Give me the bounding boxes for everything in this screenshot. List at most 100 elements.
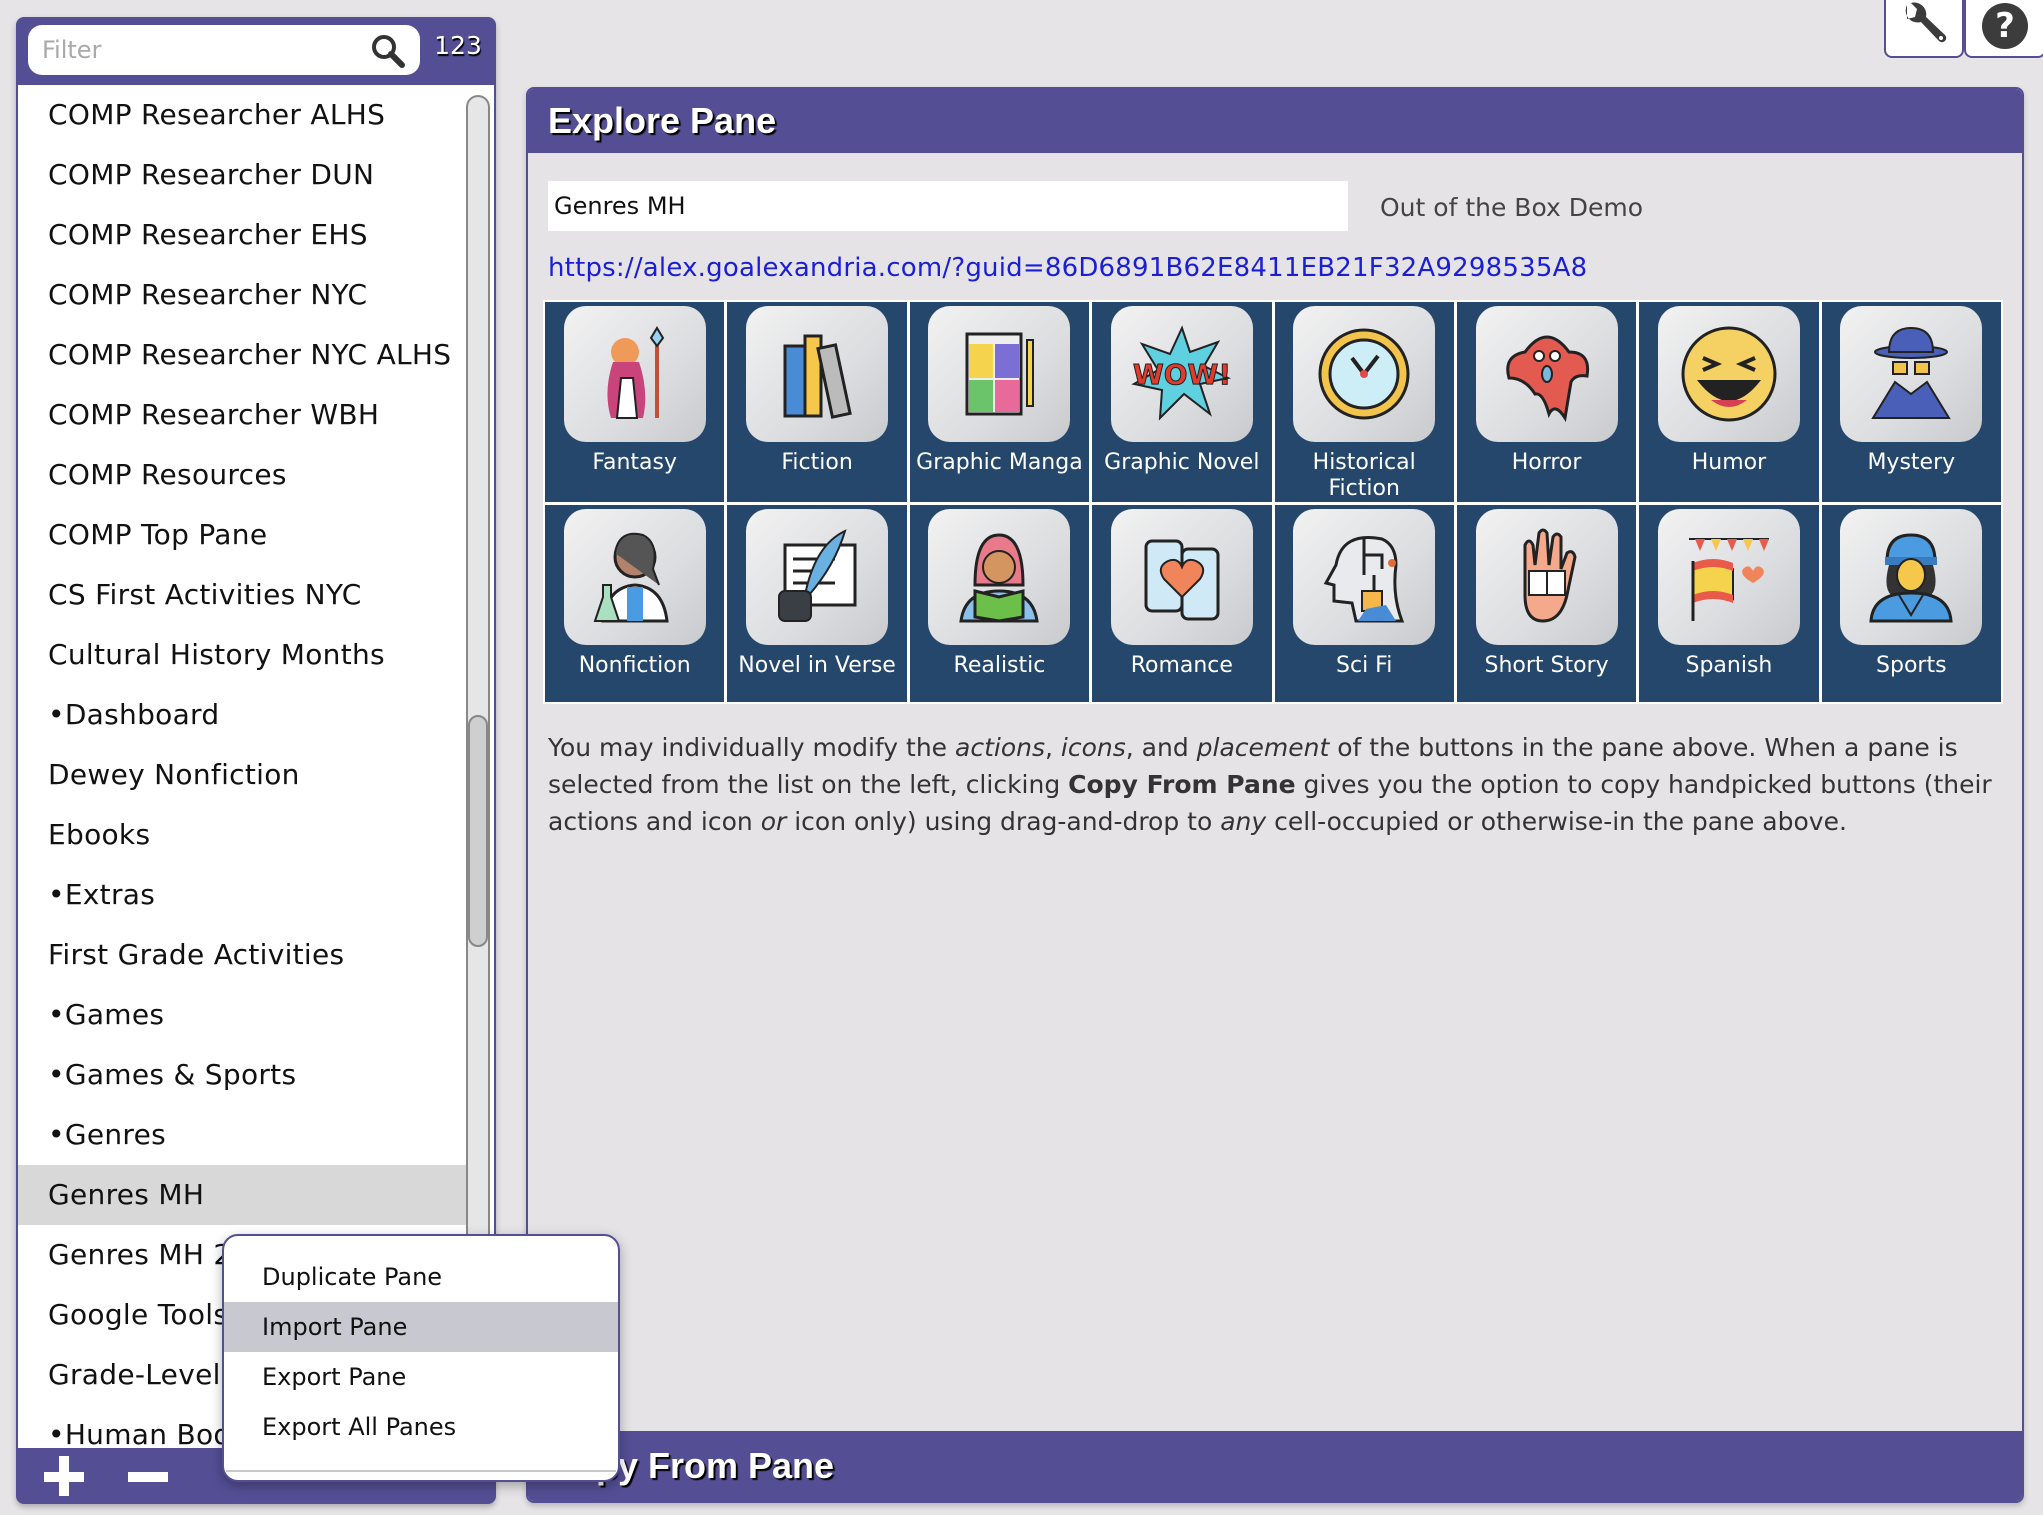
pane-button-label: Graphic Novel <box>1104 450 1260 475</box>
pane-button-label: Humor <box>1691 450 1767 475</box>
icon-tile <box>1293 306 1436 442</box>
comic-panels-icon <box>965 332 1035 416</box>
pane-button-fiction[interactable]: Fiction <box>727 302 907 502</box>
pane-button-label: Fiction <box>781 450 853 475</box>
ghost-icon <box>1505 335 1589 423</box>
pane-button-label: Fantasy <box>592 450 678 475</box>
scientist-icon <box>593 532 669 623</box>
menu-item-duplicate-pane[interactable]: Duplicate Pane <box>224 1252 618 1302</box>
pane-button-horror[interactable]: Horror <box>1456 302 1637 502</box>
pane-list-item[interactable]: COMP Researcher NYC ALHS <box>18 325 466 385</box>
menu-item-export-all-panes[interactable]: Export All Panes <box>224 1402 618 1452</box>
help-button[interactable]: ? <box>1964 0 2043 58</box>
pane-list-item[interactable]: COMP Researcher EHS <box>18 205 466 265</box>
context-menu: Duplicate Pane Import Pane Export Pane Expo… <box>222 1234 620 1482</box>
icon-tile <box>746 306 889 442</box>
pane-list-item[interactable]: •Dashboard <box>18 685 466 745</box>
hand-book-icon <box>1523 528 1577 623</box>
pane-button-nonfiction[interactable]: Nonfiction <box>545 505 725 702</box>
pane-button-historical-fiction[interactable]: Historical Fiction <box>1274 302 1454 502</box>
explore-pane: Explore Pane Out of the Box Demo https:/… <box>526 87 2024 1503</box>
icon-tile: WOW! <box>1110 306 1253 442</box>
pane-button-graphic-manga[interactable]: Graphic Manga <box>909 302 1090 502</box>
pane-button-mystery[interactable]: Mystery <box>1821 302 2001 502</box>
remove-pane-button[interactable] <box>126 1454 170 1498</box>
menu-separator <box>226 1470 616 1472</box>
pane-list-item[interactable]: COMP Resources <box>18 445 466 505</box>
pane-button-spanish[interactable]: Spanish <box>1639 505 1819 702</box>
coach-icon <box>1869 533 1953 623</box>
pane-button-label: Realistic <box>953 653 1046 678</box>
icon-tile <box>1475 509 1618 645</box>
pane-button-label: Sci Fi <box>1336 653 1393 678</box>
reader-icon <box>959 533 1040 623</box>
add-pane-button[interactable] <box>42 1454 86 1498</box>
pane-list-item[interactable]: •Genres <box>18 1105 466 1165</box>
pane-button-graphic-novel[interactable]: WOW! Graphic Novel <box>1092 302 1272 502</box>
icon-tile <box>746 509 889 645</box>
phones-heart-icon <box>1144 539 1220 621</box>
pane-list-item[interactable]: •Games <box>18 985 466 1045</box>
settings-button[interactable] <box>1884 0 1964 58</box>
pane-button-short-story[interactable]: Short Story <box>1456 505 1637 702</box>
copy-from-pane-button[interactable]: Copy From Pane <box>528 1431 2022 1501</box>
icon-tile <box>1110 509 1253 645</box>
pane-list-item[interactable]: COMP Researcher DUN <box>18 145 466 205</box>
pane-button-label: Sports <box>1876 653 1947 678</box>
pane-button-romance[interactable]: Romance <box>1092 505 1272 702</box>
pane-list-item[interactable]: •Extras <box>18 865 466 925</box>
wrench-icon <box>1905 2 1947 43</box>
pane-name-input[interactable] <box>548 181 1348 231</box>
filter-field[interactable] <box>28 25 420 75</box>
pane-list-item[interactable]: Ebooks <box>18 805 466 865</box>
pane-button-sports[interactable]: Sports <box>1821 505 2001 702</box>
pane-list-item[interactable]: CS First Activities NYC <box>18 565 466 625</box>
icon-tile <box>928 509 1071 645</box>
pane-button-humor[interactable]: Humor <box>1639 302 1819 502</box>
detective-icon <box>1871 326 1952 419</box>
pane-button-label: Horror <box>1511 450 1582 475</box>
pane-button-novel-in-verse[interactable]: Novel in Verse <box>727 505 907 702</box>
pane-count: 123 <box>434 31 482 60</box>
icon-tile <box>563 509 706 645</box>
button-grid: Fantasy Fiction Graphic Manga WOW! Graphic N… <box>543 300 2003 704</box>
icon-tile <box>563 306 706 442</box>
pane-button-label: Short Story <box>1484 653 1609 678</box>
pane-list-item[interactable]: COMP Researcher NYC <box>18 265 466 325</box>
pane-list-item[interactable]: COMP Top Pane <box>18 505 466 565</box>
pane-list-item[interactable]: •Games & Sports <box>18 1045 466 1105</box>
pane-list-item[interactable]: Dewey Nonfiction <box>18 745 466 805</box>
icon-tile <box>1657 509 1800 645</box>
clock-icon <box>1318 328 1410 420</box>
pane-button-sci-fi[interactable]: Sci Fi <box>1274 505 1454 702</box>
fantasy-wizard-icon <box>607 326 664 419</box>
spain-flag-icon <box>1688 538 1769 621</box>
pane-button-label: Historical Fiction <box>1312 450 1416 501</box>
scrollbar-thumb[interactable] <box>468 715 488 947</box>
help-icon: ? <box>1982 3 2028 49</box>
icon-tile <box>1840 306 1983 442</box>
svg-text:?: ? <box>1995 6 2015 46</box>
pane-button-label: Spanish <box>1685 653 1773 678</box>
filter-input[interactable] <box>42 36 362 64</box>
pane-button-label: Mystery <box>1867 450 1956 475</box>
search-icon[interactable] <box>370 33 406 69</box>
quill-inkpot-icon <box>778 529 857 622</box>
pane-button-fantasy[interactable]: Fantasy <box>545 302 725 502</box>
pane-list-item[interactable]: COMP Researcher WBH <box>18 385 466 445</box>
menu-item-import-pane[interactable]: Import Pane <box>224 1302 618 1352</box>
pane-list-item[interactable]: COMP Researcher ALHS <box>18 85 466 145</box>
pane-button-realistic[interactable]: Realistic <box>909 505 1090 702</box>
help-description: You may individually modify the actions,… <box>548 733 1992 836</box>
icon-tile <box>1840 509 1983 645</box>
pane-list-item[interactable]: Genres MH <box>18 1165 466 1225</box>
pane-url-link[interactable]: https://alex.goalexandria.com/?guid=86D6… <box>548 253 1587 283</box>
pane-list-item[interactable]: First Grade Activities <box>18 925 466 985</box>
books-icon <box>783 334 852 419</box>
icon-tile <box>1475 306 1618 442</box>
pane-list-item[interactable]: Cultural History Months <box>18 625 466 685</box>
laughing-face-icon <box>1681 326 1777 422</box>
robot-head-icon <box>1323 536 1405 623</box>
pane-owner: Out of the Box Demo <box>1380 193 1643 222</box>
menu-item-export-pane[interactable]: Export Pane <box>224 1352 618 1402</box>
